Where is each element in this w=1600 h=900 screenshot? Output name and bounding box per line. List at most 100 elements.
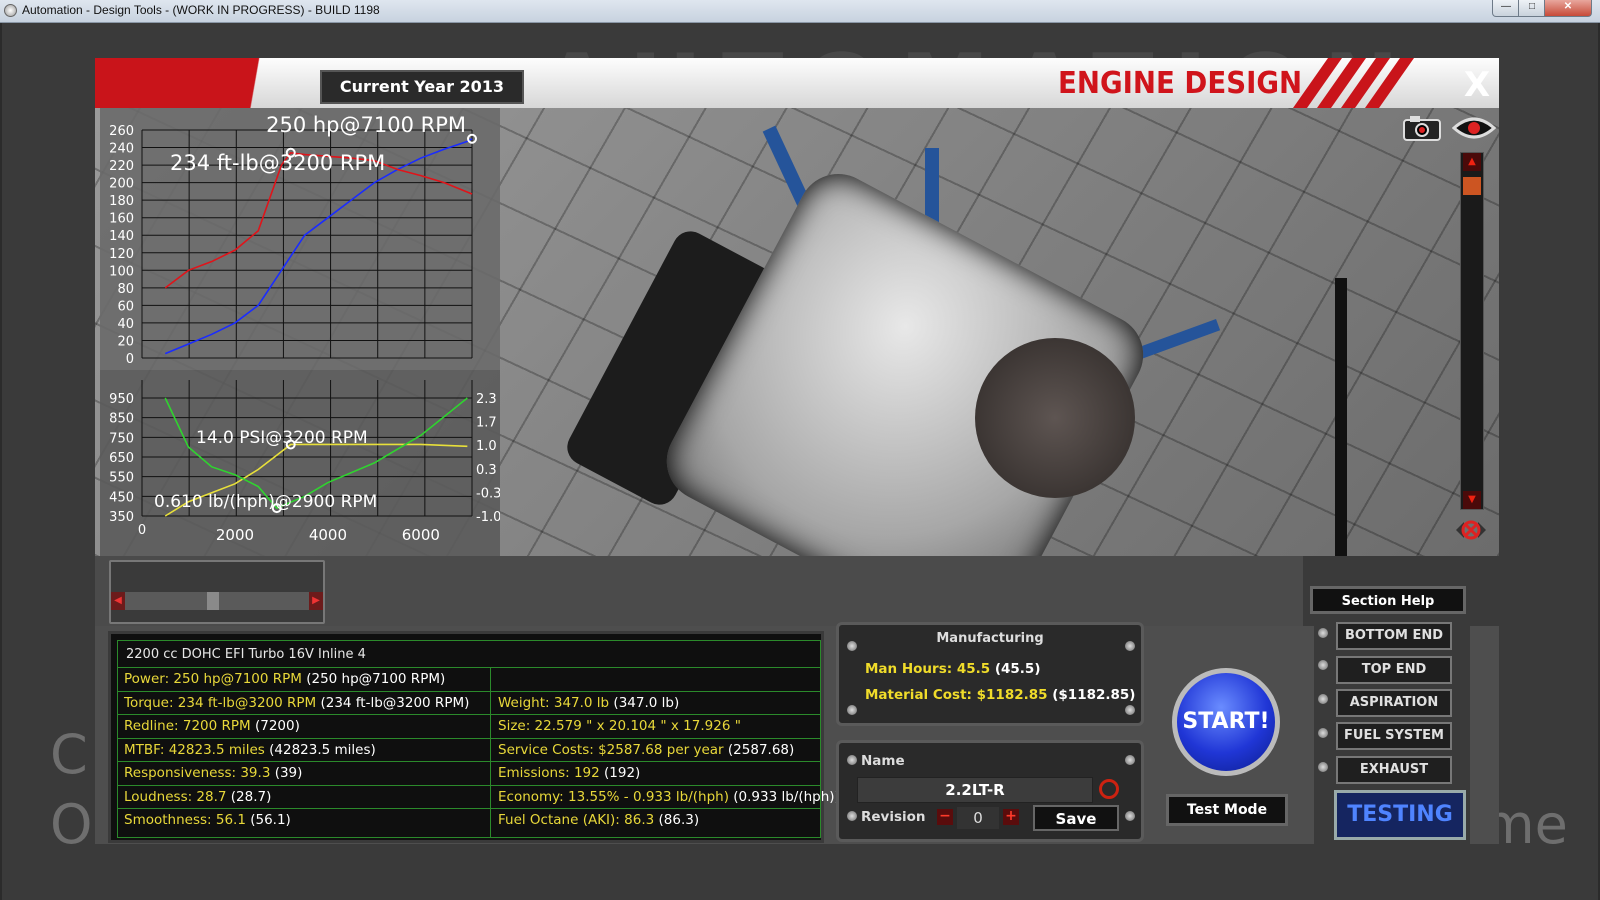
stat-value: (347.0 lb) <box>609 694 680 711</box>
bolt-icon <box>847 705 857 715</box>
naming-panel: Name 2.2LT-R Revision − 0 + Save <box>836 740 1144 842</box>
stat-value: (0.933 lb/(hph)) <box>728 788 840 805</box>
stat-right: Emissions: 192 (192) <box>498 762 818 785</box>
performance-chart-svg: 260240220200180160140120100806040200250 … <box>100 108 500 556</box>
stat-value: (39) <box>270 765 303 781</box>
maximize-button[interactable]: □ <box>1518 0 1546 17</box>
y-tick-label: 140 <box>109 229 134 244</box>
y-tick-label: 850 <box>109 412 134 427</box>
revision-increment-button[interactable]: + <box>1003 809 1019 825</box>
engine-description: 2200 cc DOHC EFI Turbo 16V Inline 4 <box>126 647 366 662</box>
start-button[interactable]: START! <box>1172 668 1280 776</box>
stat-label: Economy: 13.55% - 0.933 lb/(hph) <box>498 788 729 805</box>
power-annotation: 250 hp@7100 RPM <box>266 113 466 137</box>
camera-icon[interactable] <box>1400 114 1444 142</box>
nav-top-end[interactable]: TOP END <box>1336 656 1452 684</box>
stat-left: Responsiveness: 39.3 (39) <box>124 762 490 785</box>
background-letter: O <box>50 793 93 856</box>
stat-right: Weight: 347.0 lb (347.0 lb) <box>498 692 818 715</box>
boost-annotation: 14.0 PSI@3200 RPM <box>196 428 368 448</box>
scroll-thumb[interactable] <box>1463 177 1481 195</box>
bolt-icon <box>1318 694 1328 704</box>
material-cost-label: Material Cost: $1182.85 <box>865 687 1048 703</box>
y-tick-label: 40 <box>117 317 134 332</box>
slider-right-icon[interactable]: ▶ <box>309 592 323 610</box>
stat-right: Fuel Octane (AKI): 86.3 (86.3) <box>498 809 818 832</box>
revision-value: 0 <box>957 807 999 829</box>
stat-value: (234 ft-lb@3200 RPM) <box>316 694 470 711</box>
y2-tick-label: 1.0 <box>476 439 497 454</box>
nav-exhaust[interactable]: EXHAUST <box>1336 756 1452 784</box>
y-tick-label: 120 <box>109 247 134 262</box>
nav-testing[interactable]: TESTING <box>1334 790 1466 840</box>
close-window-button[interactable]: ✕ <box>1544 0 1592 17</box>
scroll-down-icon[interactable]: ▼ <box>1463 491 1481 509</box>
y-tick-label: 950 <box>109 392 134 407</box>
revision-label: Revision <box>861 809 926 825</box>
scroll-up-icon[interactable]: ▲ <box>1463 153 1481 171</box>
refresh-icon[interactable] <box>1099 779 1119 799</box>
stat-left: Redline: 7200 RPM (7200) <box>124 715 490 738</box>
stat-left: Loudness: 28.7 (28.7) <box>124 786 490 809</box>
engine-name-field[interactable]: 2.2LT-R <box>857 777 1093 803</box>
nav-bottom-end[interactable]: BOTTOM END <box>1336 622 1452 650</box>
stats-row: Redline: 7200 RPM (7200) Size: 22.579 " x… <box>118 714 820 738</box>
nav-aspiration[interactable]: ASPIRATION <box>1336 689 1452 717</box>
y2-tick-label: -1.0 <box>476 510 500 525</box>
man-hours-label: Man Hours: 45.5 <box>865 661 991 677</box>
revision-decrement-button[interactable]: − <box>937 809 953 825</box>
y-tick-label: 180 <box>109 194 134 209</box>
current-year: Current Year 2013 <box>320 70 524 104</box>
y-tick-label: 200 <box>109 177 134 192</box>
y-tick-label: 80 <box>117 282 134 297</box>
y-tick-label: 650 <box>109 451 134 466</box>
y-tick-label: 20 <box>117 334 134 349</box>
slider-knob[interactable] <box>207 592 219 610</box>
stat-label: Torque: 234 ft-lb@3200 RPM <box>124 694 317 711</box>
bolt-icon <box>847 811 857 821</box>
background-letter: C <box>50 723 88 786</box>
nav-fuel-system[interactable]: FUEL SYSTEM <box>1336 722 1452 750</box>
y-tick-label: 750 <box>109 431 134 446</box>
y2-tick-label: -0.3 <box>476 486 500 501</box>
stat-value: (28.7) <box>226 788 272 805</box>
window-titlebar: Automation - Design Tools - (WORK IN PRO… <box>0 0 1600 23</box>
section-help-button[interactable]: Section Help <box>1310 586 1466 614</box>
y-tick-label: 100 <box>109 264 134 279</box>
camera-zoom-scrollbar[interactable]: ▲ ▼ <box>1460 152 1484 510</box>
stat-right: Size: 22.579 " x 20.104 " x 17.926 " <box>498 715 818 738</box>
manufacturing-panel: Manufacturing Man Hours: 45.5 (45.5) Mat… <box>836 622 1144 726</box>
material-cost-value: ($1182.85) <box>1047 687 1136 703</box>
bolt-icon <box>1318 660 1328 670</box>
y2-tick-label: 0.3 <box>476 463 497 478</box>
stat-label: Emissions: 192 <box>498 765 600 781</box>
slider-left-icon[interactable]: ◀ <box>111 592 125 610</box>
stat-value: (2587.68) <box>723 741 795 758</box>
stat-label: Smoothness: 56.1 <box>124 812 246 828</box>
y2-tick-label: 2.3 <box>476 392 497 407</box>
stats-row: Smoothness: 56.1 (56.1) Fuel Octane (AKI)… <box>118 808 820 832</box>
stat-value: (42823.5 miles) <box>264 741 376 758</box>
engine-hose <box>1215 278 1347 556</box>
stat-right <box>498 668 818 691</box>
reset-view-icon[interactable] <box>1452 514 1490 546</box>
stat-right: Economy: 13.55% - 0.933 lb/(hph) (0.933 … <box>498 786 840 809</box>
close-design-button[interactable]: X <box>1460 66 1494 104</box>
save-button[interactable]: Save <box>1033 805 1119 831</box>
stats-row: MTBF: 42823.5 miles (42823.5 miles) Servi… <box>118 737 820 762</box>
test-mode-button[interactable]: Test Mode <box>1166 794 1288 826</box>
stat-label: Service Costs: $2587.68 per year <box>498 741 724 758</box>
minimize-button[interactable]: — <box>1492 0 1520 17</box>
stat-label: Redline: 7200 RPM <box>124 718 251 734</box>
manufacturing-title: Manufacturing <box>936 631 1044 646</box>
bolt-icon <box>1125 705 1135 715</box>
engine-stats-panel: 2200 cc DOHC EFI Turbo 16V Inline 4 Powe… <box>108 631 840 843</box>
stat-label: Weight: 347.0 lb <box>498 694 610 711</box>
y-tick-label: 550 <box>109 471 134 486</box>
bolt-icon <box>1125 811 1135 821</box>
bolt-icon <box>1125 755 1135 765</box>
page-title: ENGINE DESIGN <box>1058 66 1303 101</box>
eye-icon[interactable] <box>1452 114 1496 142</box>
stat-left: MTBF: 42823.5 miles (42823.5 miles) <box>124 739 490 762</box>
stat-label: MTBF: 42823.5 miles <box>124 741 265 758</box>
